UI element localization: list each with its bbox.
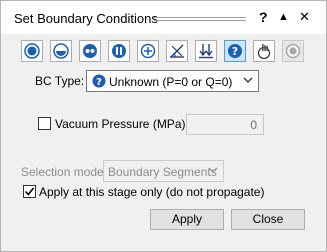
bc-type-value: Unknown (P=0 or Q=0) [109,75,233,89]
svg-text:?: ? [96,77,102,88]
selection-mode-value: Boundary Segments [108,165,217,179]
bc-unknown-button[interactable]: ? [224,40,246,62]
apply-stage-label: Apply at this stage only (do not propaga… [39,185,265,199]
bc-hand-icon [257,44,271,59]
help-button[interactable]: ? [259,10,268,24]
bc-angle-icon [170,44,184,58]
chevron-down-icon [208,167,218,173]
bc-fully-fixed-icon [24,43,40,59]
bc-arrows-down-button[interactable] [195,40,217,62]
bc-arrows-down-icon [199,44,213,59]
set-boundary-conditions-dialog: Set Boundary Conditions ? ▲ ✕ ? BC Type:… [0,0,327,252]
bc-disabled-circle-icon [285,43,301,59]
bc-disabled-button [282,40,304,62]
chevron-down-icon [243,77,253,83]
bc-pin-icon [112,44,126,58]
bc-type-label: BC Type: [35,74,85,88]
bc-restrained-icon [83,44,97,58]
dialog-content: ? BC Type: ? Unknown (P=0 or Q=0) Vacuum… [1,34,326,251]
apply-button[interactable]: Apply [150,209,224,230]
bc-type-dropdown[interactable]: ? Unknown (P=0 or Q=0) [86,70,259,92]
vacuum-pressure-input[interactable]: 0 [186,114,264,135]
bc-fully-fixed-button[interactable] [21,40,43,62]
title-bar: Set Boundary Conditions ? ▲ ✕ [1,1,326,34]
collapse-button[interactable]: ▲ [278,10,289,24]
close-button[interactable]: Close [231,209,305,230]
bc-pin-button[interactable] [108,40,130,62]
bc-crosshair-icon [140,43,156,59]
close-icon[interactable]: ✕ [299,10,310,24]
selection-mode-dropdown: Boundary Segments [103,160,224,182]
bc-half-fixed-button[interactable] [50,40,72,62]
checkmark-icon [24,187,35,196]
title-grip-line [154,20,246,21]
dialog-title: Set Boundary Conditions [14,11,158,26]
title-grip-line [154,17,246,18]
svg-text:?: ? [232,45,238,58]
apply-stage-checkbox[interactable] [23,185,36,198]
vacuum-pressure-checkbox[interactable] [38,117,51,130]
bc-angle-button[interactable] [166,40,188,62]
bc-unknown-icon: ? [228,44,242,58]
bc-restrained-button[interactable] [79,40,101,62]
selection-mode-label: Selection mode: [21,165,108,179]
bc-unknown-icon: ? [92,74,106,88]
vacuum-pressure-label: Vacuum Pressure (MPa): [55,117,189,131]
bc-half-fixed-icon [53,43,69,59]
bc-crosshair-button[interactable] [137,40,159,62]
bc-hand-button[interactable] [253,40,275,62]
